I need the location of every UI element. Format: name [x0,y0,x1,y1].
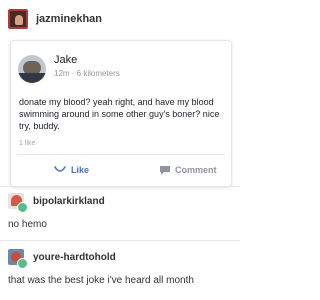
comment-button[interactable]: Comment [159,161,217,179]
reblog-username[interactable]: youre-hardtohold [33,252,116,263]
reblog-text: that was the best joke i've heard all mo… [8,275,194,286]
post-header: jazminekhan [8,8,102,30]
avatar[interactable] [8,9,28,29]
divider [17,154,225,155]
reblog-header: youre-hardtohold [8,249,116,269]
reblog-badge-icon [17,258,28,269]
like-label: Like [71,165,90,175]
post-text: donate my blood? yeah right, and have my… [19,97,220,131]
author-name[interactable]: Jake [54,54,77,66]
avatar[interactable] [8,193,28,213]
reblog-username[interactable]: bipolarkirkland [33,196,105,207]
like-count[interactable]: 1 like [19,140,35,147]
speech-bubble-icon [160,165,170,175]
post-username[interactable]: jazminekhan [36,13,102,25]
reblog-badge-icon [17,202,28,213]
reblog-header: bipolarkirkland [8,193,105,213]
like-button[interactable]: Like [53,161,89,179]
smile-like-icon [54,166,66,172]
avatar[interactable] [8,249,28,269]
author-avatar[interactable] [18,55,46,83]
comment-label: Comment [175,165,217,175]
divider [0,240,240,241]
divider [0,186,240,187]
post-meta: 12m · 6 kilometers [54,69,120,78]
reblog-text: no hemo [8,219,47,230]
embedded-post-card: Jake 12m · 6 kilometers donate my blood?… [10,40,232,187]
